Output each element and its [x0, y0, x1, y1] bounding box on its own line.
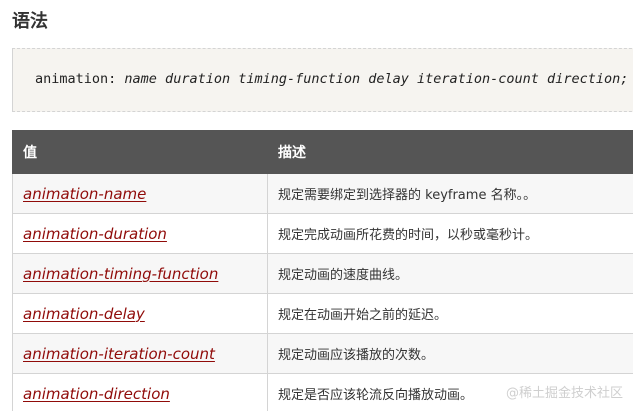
value-cell: animation-duration	[12, 213, 268, 254]
header-description: 描述	[267, 130, 633, 174]
description-cell: 规定动画应该播放的次数。	[267, 333, 633, 374]
table-row: animation-duration 规定完成动画所花费的时间，以秒或毫秒计。	[12, 213, 633, 254]
value-cell: animation-delay	[12, 293, 268, 334]
animation-iteration-count-link[interactable]: animation-iteration-count	[23, 345, 215, 363]
table-row: animation-iteration-count 规定动画应该播放的次数。	[12, 333, 633, 374]
value-cell: animation-timing-function	[12, 253, 268, 294]
value-cell: animation-iteration-count	[12, 333, 268, 374]
animation-name-link[interactable]: animation-name	[23, 185, 146, 203]
animation-direction-link[interactable]: animation-direction	[23, 385, 170, 403]
description-cell: 规定需要绑定到选择器的 keyframe 名称。。	[267, 173, 633, 214]
table-row: animation-name 规定需要绑定到选择器的 keyframe 名称。。	[12, 173, 633, 214]
description-cell: 规定完成动画所花费的时间，以秒或毫秒计。	[267, 213, 633, 254]
animation-delay-link[interactable]: animation-delay	[23, 305, 145, 323]
section-title: 语法	[12, 11, 48, 32]
value-cell: animation-direction	[12, 373, 268, 411]
table-row: animation-delay 规定在动画开始之前的延迟。	[12, 293, 633, 334]
animation-timing-function-link[interactable]: animation-timing-function	[23, 265, 218, 283]
property-values-table: 值 描述 animation-name 规定需要绑定到选择器的 keyframe…	[12, 130, 633, 411]
page: 语法 animation: name duration timing-funct…	[0, 0, 633, 411]
syntax-code-line: animation: name duration timing-function…	[35, 71, 628, 87]
value-cell: animation-name	[12, 173, 268, 214]
table-header-row: 值 描述	[12, 130, 633, 174]
animation-duration-link[interactable]: animation-duration	[23, 225, 167, 243]
watermark: @稀土掘金技术社区	[505, 386, 623, 401]
description-cell: 规定在动画开始之前的延迟。	[267, 293, 633, 334]
header-value: 值	[12, 130, 268, 174]
description-cell: 规定动画的速度曲线。	[267, 253, 633, 294]
syntax-code-block: animation: name duration timing-function…	[12, 48, 633, 112]
table-row: animation-timing-function 规定动画的速度曲线。	[12, 253, 633, 294]
syntax-arguments: name duration timing-function delay iter…	[124, 71, 629, 87]
syntax-property: animation:	[35, 71, 117, 87]
